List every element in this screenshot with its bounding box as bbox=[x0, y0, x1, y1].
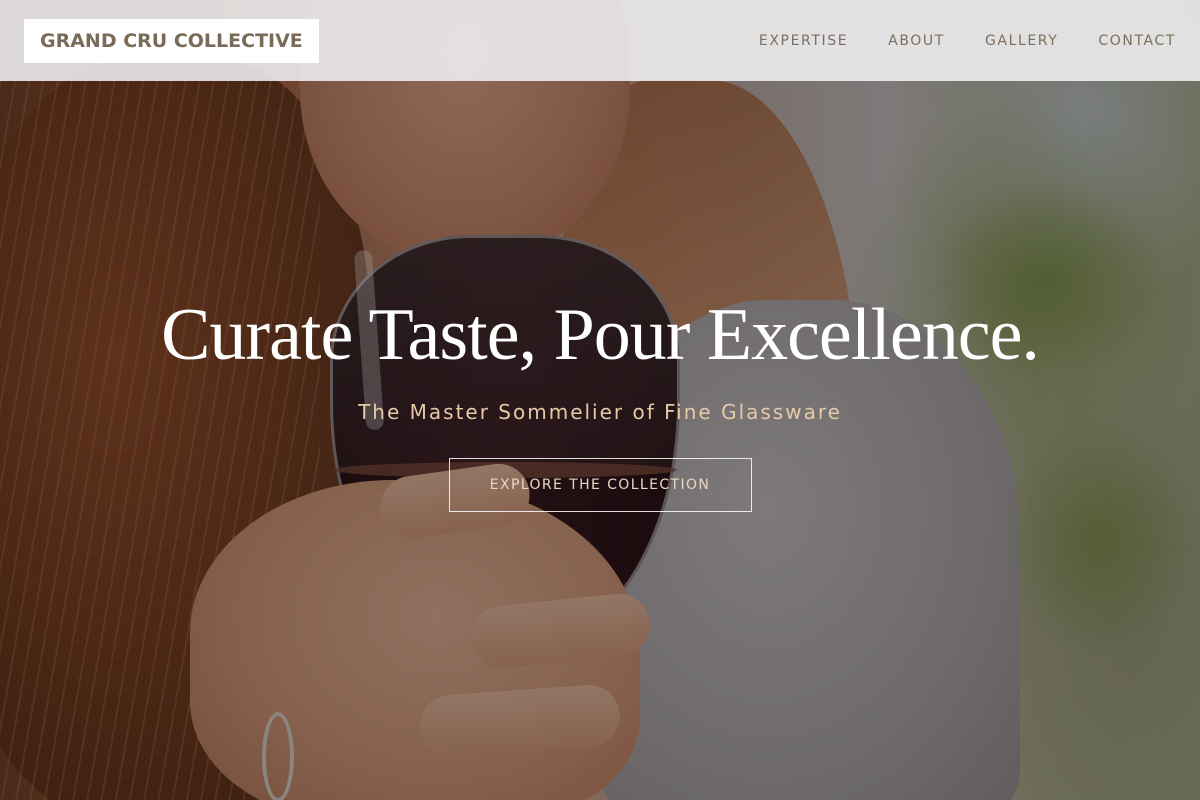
nav-link-contact[interactable]: CONTACT bbox=[1098, 33, 1176, 49]
hero-subheadline: The Master Sommelier of Fine Glassware bbox=[358, 400, 842, 424]
explore-collection-button[interactable]: EXPLORE THE COLLECTION bbox=[448, 458, 752, 512]
hero-headline: Curate Taste, Pour Excellence. bbox=[161, 294, 1040, 376]
nav-link-gallery[interactable]: GALLERY bbox=[985, 33, 1058, 49]
nav-link-about[interactable]: ABOUT bbox=[888, 33, 945, 49]
top-navbar: GRAND CRU COLLECTIVE EXPERTISE ABOUT GAL… bbox=[0, 0, 1200, 81]
brand-logo[interactable]: GRAND CRU COLLECTIVE bbox=[24, 18, 319, 63]
nav-link-expertise[interactable]: EXPERTISE bbox=[759, 33, 848, 49]
nav-links: EXPERTISE ABOUT GALLERY CONTACT bbox=[759, 33, 1176, 49]
hero-content: Curate Taste, Pour Excellence. The Maste… bbox=[0, 290, 1200, 512]
